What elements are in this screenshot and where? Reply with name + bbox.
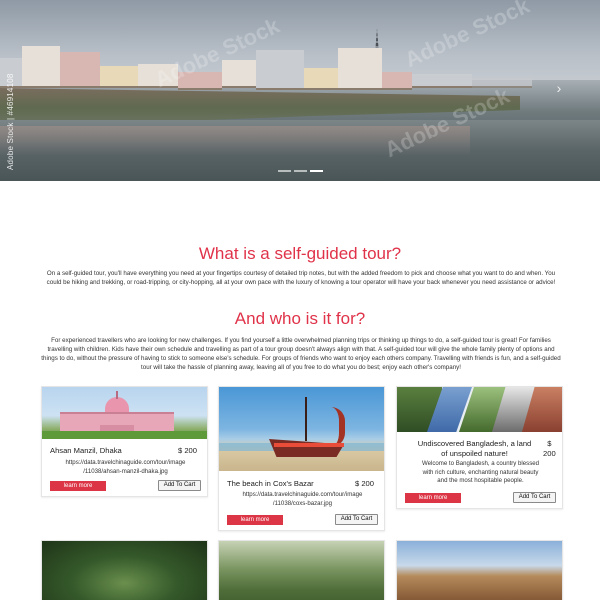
boat-mast bbox=[305, 397, 307, 441]
hero-building bbox=[338, 48, 382, 90]
card-path-line: /11038/coxs-bazar.jpg bbox=[272, 499, 333, 507]
card-path-line: /11038/ahsan-manzil-dhaka.jpg bbox=[83, 467, 168, 475]
card-desc-line: with rich culture, enchanting natural be… bbox=[422, 468, 539, 476]
learn-more-button[interactable]: learn more bbox=[405, 493, 461, 503]
hero-building bbox=[382, 72, 412, 90]
card-image-path: https://data.travelchinaguide.com/tour/i… bbox=[48, 459, 203, 476]
carousel-indicators bbox=[278, 170, 323, 172]
carousel-indicator-3[interactable] bbox=[310, 170, 323, 172]
card-price: $ 200 bbox=[178, 446, 198, 455]
card-description: Welcome to Bangladesh, a country blessed… bbox=[403, 460, 558, 486]
section-body-who-for: For experienced travellers who are looki… bbox=[41, 337, 561, 371]
tour-card: The beach in Cox's Bazar $ 200 https://d… bbox=[218, 386, 385, 531]
hero-building bbox=[256, 50, 304, 90]
tea-garden-image bbox=[219, 541, 384, 600]
old-town-image bbox=[397, 541, 562, 600]
tour-card: Ahsan Manzil, Dhaka $ 200 https://data.t… bbox=[41, 386, 208, 497]
hero-carousel[interactable]: Adobe Stock Adobe Stock Adobe Stock Adob… bbox=[0, 0, 600, 181]
card-image-path: https://data.travelchinaguide.com/tour/i… bbox=[225, 491, 380, 508]
section-title-who-for: And who is it for? bbox=[234, 309, 366, 328]
section-title-self-guided: What is a self-guided tour? bbox=[198, 244, 402, 263]
card-desc-line: Welcome to Bangladesh, a country blessed bbox=[421, 460, 540, 467]
hero-building bbox=[100, 66, 138, 88]
hero-building bbox=[412, 74, 472, 88]
tour-card: Undiscovered Bangladesh, a land of unspo… bbox=[396, 386, 563, 509]
learn-more-button[interactable]: learn more bbox=[50, 481, 106, 491]
card-price-line: 200 bbox=[543, 449, 556, 458]
card-price: $ 200 bbox=[543, 439, 556, 459]
card-title: Ahsan Manzil, Dhaka bbox=[50, 446, 122, 455]
boat-stripe bbox=[274, 443, 344, 447]
hero-watermark-text: Adobe Stock | #46914108 bbox=[6, 73, 15, 170]
forest-image bbox=[42, 541, 207, 600]
hero-building bbox=[304, 68, 338, 90]
boat-bow bbox=[331, 407, 345, 447]
hero-building bbox=[222, 60, 256, 88]
card-price: $ 200 bbox=[355, 479, 375, 488]
ahsan-manzil-image bbox=[42, 387, 207, 439]
add-to-cart-button[interactable]: Add To Cart bbox=[158, 480, 201, 491]
palace-spire bbox=[116, 391, 118, 399]
card-desc-line: and the most hospitable people. bbox=[437, 477, 524, 484]
hero-building bbox=[22, 46, 60, 88]
card-path-line: https://data.travelchinaguide.com/tour/i… bbox=[65, 459, 186, 466]
carousel-indicator-2[interactable] bbox=[294, 170, 307, 172]
card-title-line: Undiscovered Bangladesh, a land bbox=[417, 439, 532, 448]
bangladesh-collage-image bbox=[397, 387, 562, 432]
hero-building bbox=[60, 52, 100, 88]
carousel-next-icon[interactable]: › bbox=[552, 80, 566, 96]
card-title-line: of unspoiled nature! bbox=[441, 449, 508, 458]
carousel-indicator-1[interactable] bbox=[278, 170, 291, 172]
coxs-bazar-image bbox=[219, 387, 384, 471]
card-price-line: $ bbox=[547, 439, 552, 448]
tour-card bbox=[218, 540, 385, 600]
tour-card bbox=[41, 540, 208, 600]
card-title: Undiscovered Bangladesh, a land of unspo… bbox=[407, 439, 542, 459]
card-path-line: https://data.travelchinaguide.com/tour/i… bbox=[242, 491, 363, 498]
section-body-self-guided: On a self-guided tour, you'll have every… bbox=[46, 270, 556, 286]
add-to-cart-button[interactable]: Add To Cart bbox=[513, 492, 556, 503]
add-to-cart-button[interactable]: Add To Cart bbox=[335, 514, 378, 525]
palace-lawn bbox=[42, 431, 207, 439]
tour-card bbox=[396, 540, 563, 600]
card-title: The beach in Cox's Bazar bbox=[227, 479, 314, 488]
learn-more-button[interactable]: learn more bbox=[227, 515, 283, 525]
